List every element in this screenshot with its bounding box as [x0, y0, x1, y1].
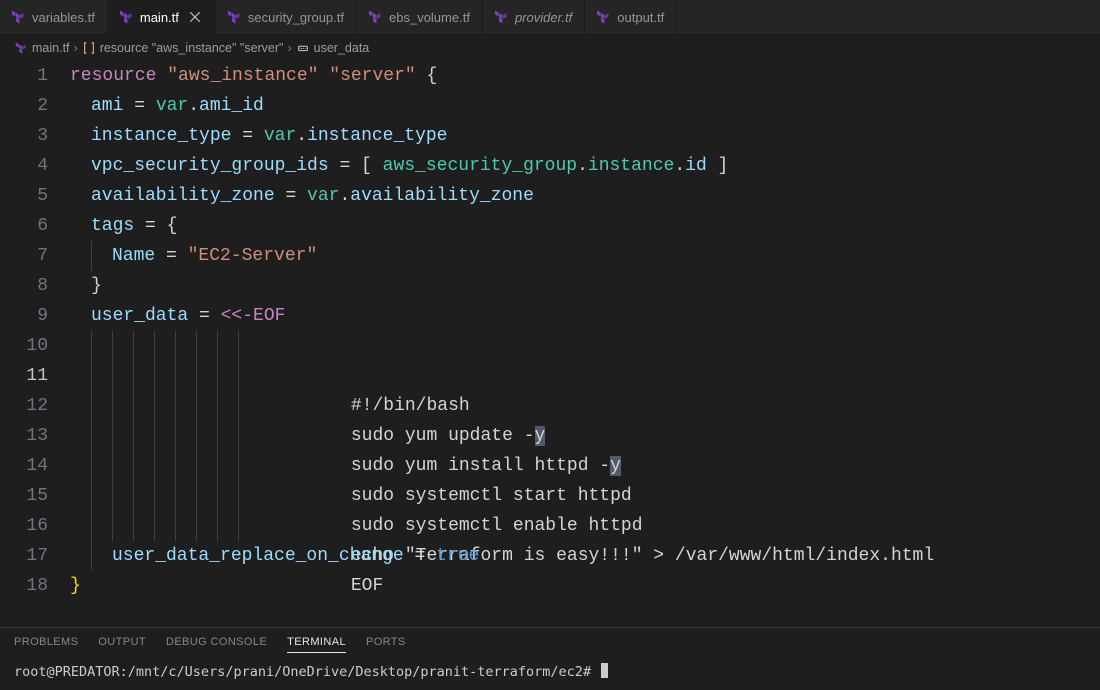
tab-provider[interactable]: provider.tf	[483, 0, 585, 34]
bottom-panel: PROBLEMS OUTPUT DEBUG CONSOLE TERMINAL P…	[0, 627, 1100, 690]
code-line[interactable]: ami = var.ami_id	[70, 91, 1100, 121]
code-editor[interactable]: 1 resource "aws_instance" "server" { 2 a…	[0, 61, 1100, 609]
line-number: 2	[0, 91, 70, 121]
breadcrumb-label: user_data	[314, 41, 370, 55]
line-number: 16	[0, 511, 70, 541]
code-line[interactable]: sudo systemctl enable httpd	[70, 451, 1100, 481]
line-number: 1	[0, 61, 70, 91]
code-line[interactable]: vpc_security_group_ids = [ aws_security_…	[70, 151, 1100, 181]
panel-tab-output[interactable]: OUTPUT	[98, 636, 146, 653]
breadcrumb-userdata[interactable]: user_data	[296, 41, 370, 55]
panel-tab-debug[interactable]: DEBUG CONSOLE	[166, 636, 267, 653]
line-number: 12	[0, 391, 70, 421]
tab-label: variables.tf	[32, 10, 95, 25]
symbol-key-icon	[296, 41, 310, 55]
tab-main[interactable]: main.tf	[108, 0, 216, 34]
terraform-icon	[367, 9, 383, 25]
line-number: 10	[0, 331, 70, 361]
terminal[interactable]: root@PREDATOR:/mnt/c/Users/prani/OneDriv…	[0, 657, 1100, 690]
tab-label: ebs_volume.tf	[389, 10, 470, 25]
code-line[interactable]: }	[70, 271, 1100, 301]
line-number: 13	[0, 421, 70, 451]
code-line[interactable]: sudo yum install httpd -y	[70, 391, 1100, 421]
line-number: 4	[0, 151, 70, 181]
panel-tab-ports[interactable]: PORTS	[366, 636, 406, 653]
tab-ebs-volume[interactable]: ebs_volume.tf	[357, 0, 483, 34]
panel-tab-terminal[interactable]: TERMINAL	[287, 636, 346, 653]
code-line[interactable]: echo "Terraform is easy!!!" > /var/www/h…	[70, 481, 1100, 511]
tab-label: provider.tf	[515, 10, 572, 25]
symbol-namespace-icon	[82, 41, 96, 55]
breadcrumb: main.tf › resource "aws_instance" "serve…	[0, 35, 1100, 61]
tab-label: security_group.tf	[248, 10, 344, 25]
editor-tabs: variables.tf main.tf security_group.tf e…	[0, 0, 1100, 35]
tab-security-group[interactable]: security_group.tf	[216, 0, 357, 34]
code-line[interactable]: EOF	[70, 511, 1100, 541]
code-line[interactable]: resource "aws_instance" "server" {	[70, 61, 1100, 91]
chevron-right-icon: ›	[287, 41, 291, 55]
breadcrumb-resource[interactable]: resource "aws_instance" "server"	[82, 41, 284, 55]
tab-label: output.tf	[617, 10, 664, 25]
code-line[interactable]: sudo yum update -y	[70, 361, 1100, 391]
terraform-icon	[493, 9, 509, 25]
code-line[interactable]: user_data_replace_on_change = true	[70, 541, 1100, 571]
line-number: 18	[0, 571, 70, 601]
terraform-icon	[14, 41, 28, 55]
line-number: 8	[0, 271, 70, 301]
panel-tab-problems[interactable]: PROBLEMS	[14, 636, 78, 653]
code-line[interactable]: tags = {	[70, 211, 1100, 241]
line-number: 11	[0, 361, 70, 391]
breadcrumb-file[interactable]: main.tf	[14, 41, 70, 55]
terraform-icon	[595, 9, 611, 25]
code-line[interactable]: Name = "EC2-Server"	[70, 241, 1100, 271]
terminal-cursor-icon	[601, 663, 608, 678]
breadcrumb-label: main.tf	[32, 41, 70, 55]
code-line[interactable]: #!/bin/bash	[70, 331, 1100, 361]
code-line[interactable]: availability_zone = var.availability_zon…	[70, 181, 1100, 211]
terraform-icon	[10, 9, 26, 25]
code-line[interactable]: }	[70, 571, 1100, 601]
panel-tabs: PROBLEMS OUTPUT DEBUG CONSOLE TERMINAL P…	[0, 628, 1100, 657]
terraform-icon	[226, 9, 242, 25]
close-icon[interactable]	[187, 9, 203, 25]
line-number: 14	[0, 451, 70, 481]
code-line[interactable]: user_data = <<-EOF	[70, 301, 1100, 331]
line-number: 17	[0, 541, 70, 571]
breadcrumb-label: resource "aws_instance" "server"	[100, 41, 284, 55]
tab-variables[interactable]: variables.tf	[0, 0, 108, 34]
terminal-prompt: root@PREDATOR:/mnt/c/Users/prani/OneDriv…	[14, 664, 599, 680]
code-line[interactable]: sudo systemctl start httpd	[70, 421, 1100, 451]
tab-output[interactable]: output.tf	[585, 0, 677, 34]
line-number: 5	[0, 181, 70, 211]
chevron-right-icon: ›	[74, 41, 78, 55]
line-number: 7	[0, 241, 70, 271]
line-number: 9	[0, 301, 70, 331]
line-number: 15	[0, 481, 70, 511]
tab-label: main.tf	[140, 10, 179, 25]
line-number: 6	[0, 211, 70, 241]
terraform-icon	[118, 9, 134, 25]
line-number: 3	[0, 121, 70, 151]
code-line[interactable]: instance_type = var.instance_type	[70, 121, 1100, 151]
